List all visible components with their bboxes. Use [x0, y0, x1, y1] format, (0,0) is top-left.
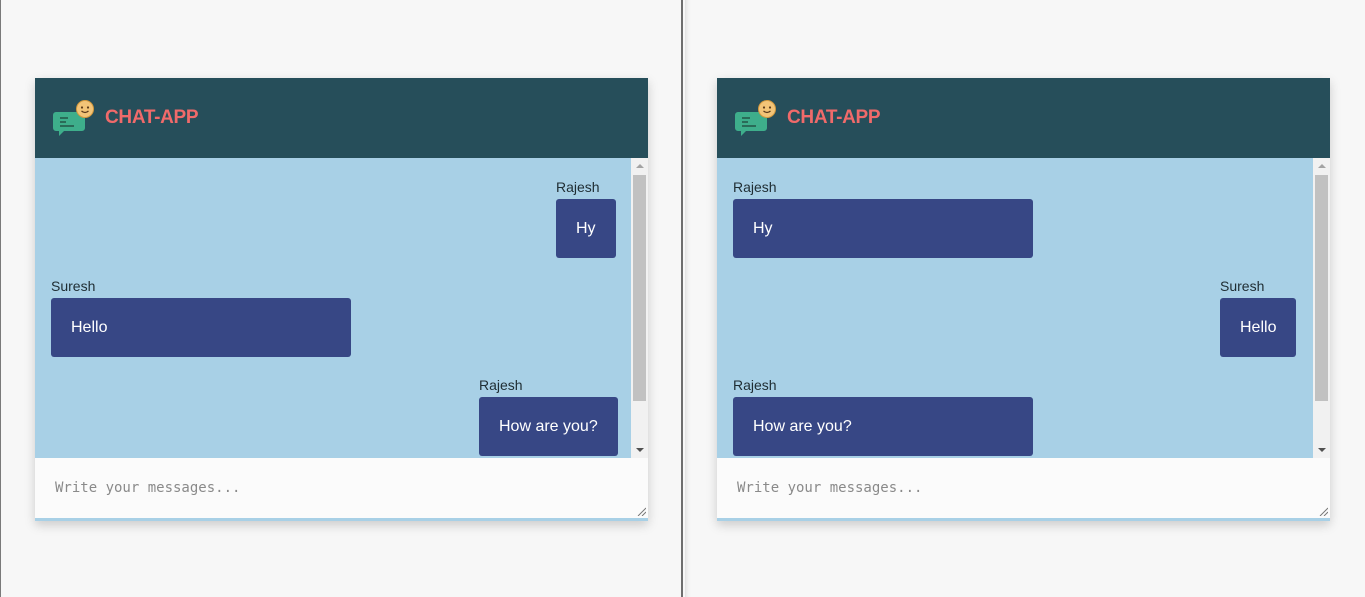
message-input[interactable]: [35, 458, 648, 518]
message-bubble: Hello: [1220, 298, 1297, 357]
message-item: Suresh Hello: [51, 278, 351, 357]
message-composer: [35, 458, 648, 521]
scroll-up-arrow-icon[interactable]: [1318, 164, 1326, 168]
message-bubble: Hy: [733, 199, 1033, 258]
scrollbar-thumb[interactable]: [1315, 175, 1328, 401]
message-sender: Rajesh: [733, 377, 777, 393]
message-list[interactable]: Rajesh Hy Suresh Hello Rajesh How are yo…: [717, 158, 1330, 458]
message-bubble: Hy: [556, 199, 616, 258]
message-scrollbar[interactable]: [1313, 158, 1330, 458]
scroll-up-arrow-icon[interactable]: [636, 164, 644, 168]
message-item: Rajesh How are you?: [479, 377, 618, 456]
message-scrollbar[interactable]: [631, 158, 648, 458]
message-sender: Suresh: [51, 278, 96, 294]
message-composer: [717, 458, 1330, 521]
resize-grip-icon[interactable]: [1319, 507, 1328, 516]
app-title: CHAT-APP: [787, 107, 881, 128]
chat-header: CHAT-APP: [717, 78, 1330, 158]
scroll-down-arrow-icon[interactable]: [1318, 448, 1326, 452]
message-sender: Rajesh: [479, 377, 523, 393]
message-list[interactable]: Rajesh Hy Suresh Hello Rajesh How are yo…: [35, 158, 648, 458]
message-item: Rajesh Hy: [556, 179, 616, 258]
chat-bubble-smiley-icon: [53, 100, 94, 136]
resize-grip-icon[interactable]: [637, 507, 646, 516]
app-title: CHAT-APP: [105, 107, 199, 128]
message-sender: Rajesh: [733, 179, 777, 195]
message-bubble: Hello: [51, 298, 351, 357]
scrollbar-thumb[interactable]: [633, 175, 646, 401]
chat-window: CHAT-APP Rajesh Hy Suresh Hello Rajesh H…: [717, 78, 1330, 521]
message-item: Suresh Hello: [1220, 278, 1297, 357]
message-bubble: How are you?: [479, 397, 618, 456]
right-browser-pane: CHAT-APP Rajesh Hy Suresh Hello Rajesh H…: [685, 0, 1365, 597]
chat-header: CHAT-APP: [35, 78, 648, 158]
left-browser-pane: CHAT-APP Rajesh Hy Suresh Hello Rajesh H…: [0, 0, 683, 597]
message-sender: Rajesh: [556, 179, 600, 195]
message-sender: Suresh: [1220, 278, 1265, 294]
scroll-down-arrow-icon[interactable]: [636, 448, 644, 452]
message-input[interactable]: [717, 458, 1330, 518]
message-bubble: How are you?: [733, 397, 1033, 456]
chat-window: CHAT-APP Rajesh Hy Suresh Hello Rajesh H…: [35, 78, 648, 521]
message-item: Rajesh Hy: [733, 179, 1033, 258]
message-item: Rajesh How are you?: [733, 377, 1033, 456]
chat-bubble-smiley-icon: [735, 100, 776, 136]
